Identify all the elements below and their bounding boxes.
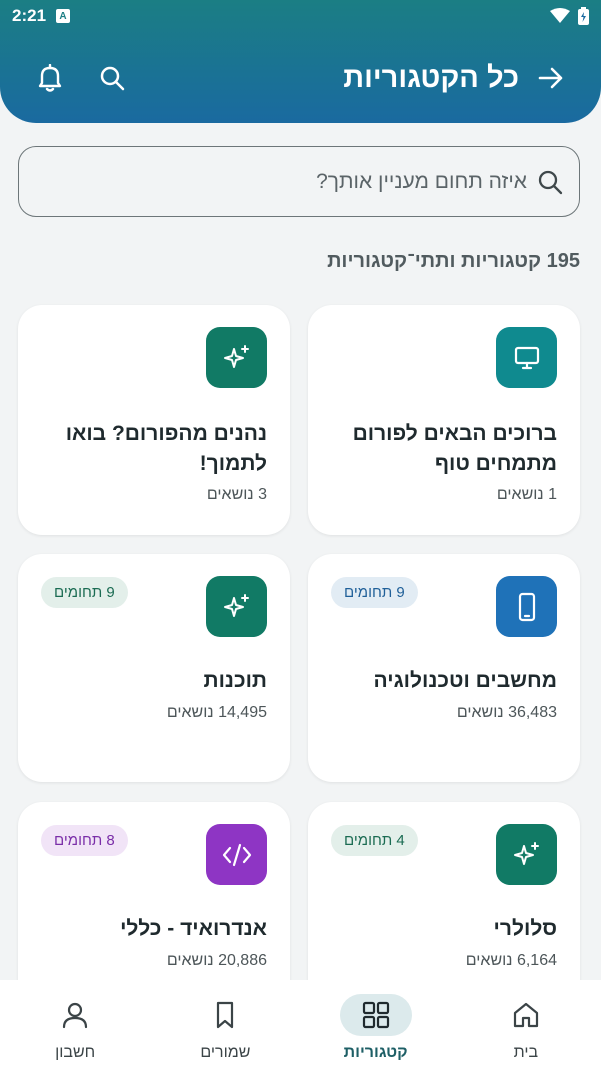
arrow-right-icon <box>538 67 563 89</box>
sparkle-icon <box>223 344 249 368</box>
category-card-software[interactable]: 9 תחומים תוכנות 14,495 נושאים <box>18 554 290 782</box>
card-icon-tile <box>206 576 267 637</box>
title-bar: כל הקטגוריות <box>0 50 601 106</box>
card-topic-count: 14,495 נושאים <box>166 704 267 721</box>
nav-icon-wrap <box>339 994 412 1036</box>
smartphone-icon <box>518 592 535 621</box>
card-icon-tile <box>206 824 267 885</box>
search-icon <box>538 170 563 194</box>
header: 2:21 A כל הקטגוריות <box>0 0 601 123</box>
card-icon-tile <box>496 327 557 388</box>
card-topic-count: 6,164 נושאים <box>465 952 557 969</box>
category-card-computers[interactable]: 9 תחומים מחשבים וטכנולוגיה 36,483 נושאים <box>308 554 580 782</box>
nav-item-home[interactable]: בית <box>451 980 601 1078</box>
card-title: תוכנות <box>203 669 268 692</box>
nav-item-saved[interactable]: שמורים <box>150 980 300 1078</box>
bottom-navigation: בית קטגוריות שמורים חשבון <box>0 980 601 1078</box>
nav-label: קטגוריות <box>343 1044 408 1061</box>
card-title: סלולרי <box>493 917 557 940</box>
card-title: נהנים מהפורום? בואו לתמוך! <box>65 422 267 475</box>
subcategory-count-badge: 4 תחומים <box>331 825 418 856</box>
person-icon <box>63 1002 88 1029</box>
back-button[interactable] <box>535 62 567 94</box>
nav-item-categories[interactable]: קטגוריות <box>301 980 451 1078</box>
category-card-support[interactable]: נהנים מהפורום? בואו לתמוך! 3 נושאים <box>18 305 290 535</box>
card-topic-count: 36,483 נושאים <box>456 704 557 721</box>
sparkle-icon <box>513 841 539 865</box>
home-icon <box>513 1002 538 1028</box>
screen: 2:21 A כל הקטגוריות איזה תחום מעניין אות… <box>0 0 601 1078</box>
search-field[interactable] <box>18 146 580 217</box>
battery-icon <box>578 7 589 25</box>
sparkle-icon <box>223 593 249 617</box>
nav-label: שמורים <box>200 1044 251 1061</box>
card-topic-count: 20,886 נושאים <box>166 952 267 969</box>
card-icon-tile <box>206 327 267 388</box>
monitor-icon <box>514 346 539 369</box>
nav-label: חשבון <box>55 1044 96 1061</box>
search-icon <box>100 66 125 91</box>
subcategory-count-badge: 9 תחומים <box>331 577 418 608</box>
card-topic-count: 1 נושאים <box>496 486 557 503</box>
card-icon-tile <box>496 576 557 637</box>
card-title: אנדרואיד - כללי <box>120 917 267 940</box>
card-title: מחשבים וטכנולוגיה <box>373 669 557 692</box>
subcategory-count-badge: 8 תחומים <box>41 825 128 856</box>
category-card-welcome[interactable]: ברוכים הבאים לפורום מתמחים טוף 1 נושאים <box>308 305 580 535</box>
page-title: כל הקטגוריות <box>343 61 519 94</box>
nav-item-account[interactable]: חשבון <box>0 980 150 1078</box>
grid-icon <box>362 1001 389 1029</box>
notifications-button[interactable] <box>34 62 66 94</box>
status-bar: 2:21 A <box>0 0 601 32</box>
wifi-icon <box>550 8 570 23</box>
notification-status-icon: A <box>56 9 71 23</box>
status-time: 2:21 <box>12 6 47 25</box>
bell-icon <box>38 64 62 92</box>
nav-icon-wrap <box>39 994 111 1036</box>
subcategory-count-badge: 9 תחומים <box>41 577 128 608</box>
code-icon <box>222 843 251 866</box>
categories-count: 195 קטגוריות ותתי־קטגוריות <box>327 250 580 272</box>
card-title: ברוכים הבאים לפורום מתמחים טוף <box>352 422 557 475</box>
card-icon-tile <box>496 824 557 885</box>
search-input[interactable] <box>35 169 527 194</box>
header-search-button[interactable] <box>96 62 128 94</box>
bookmark-icon <box>217 1001 234 1029</box>
nav-icon-wrap <box>490 994 562 1036</box>
nav-icon-wrap <box>189 994 261 1036</box>
nav-label: בית <box>513 1044 539 1061</box>
card-topic-count: 3 נושאים <box>206 486 267 503</box>
